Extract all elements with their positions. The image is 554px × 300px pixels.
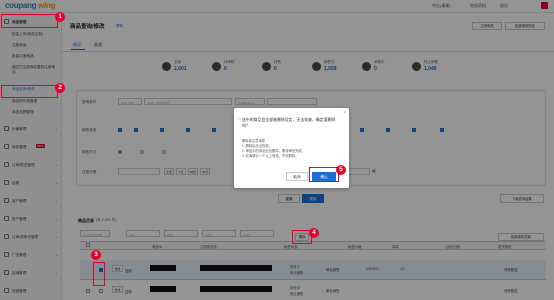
highlight-box-3	[93, 262, 105, 286]
step-badge-4: 4	[309, 228, 319, 238]
close-icon[interactable]: ×	[343, 110, 346, 116]
step-badge-1: 1	[55, 12, 65, 22]
step-badge-2: 2	[55, 83, 65, 93]
dialog-title: 选中的商品会全部被删除设定，无法恢复，确定要删除吗？	[242, 117, 336, 128]
cancel-button[interactable]: 取消	[286, 172, 308, 181]
highlight-box-2	[1, 85, 58, 98]
highlight-box-5	[309, 167, 339, 182]
highlight-box-1	[1, 14, 58, 28]
warning-icon: ⚠	[237, 116, 242, 121]
step-badge-3: 3	[91, 250, 101, 260]
step-badge-5: 5	[336, 165, 346, 175]
dialog-note: 3. 在库单价一个以上商品，不可删除。	[242, 154, 299, 158]
